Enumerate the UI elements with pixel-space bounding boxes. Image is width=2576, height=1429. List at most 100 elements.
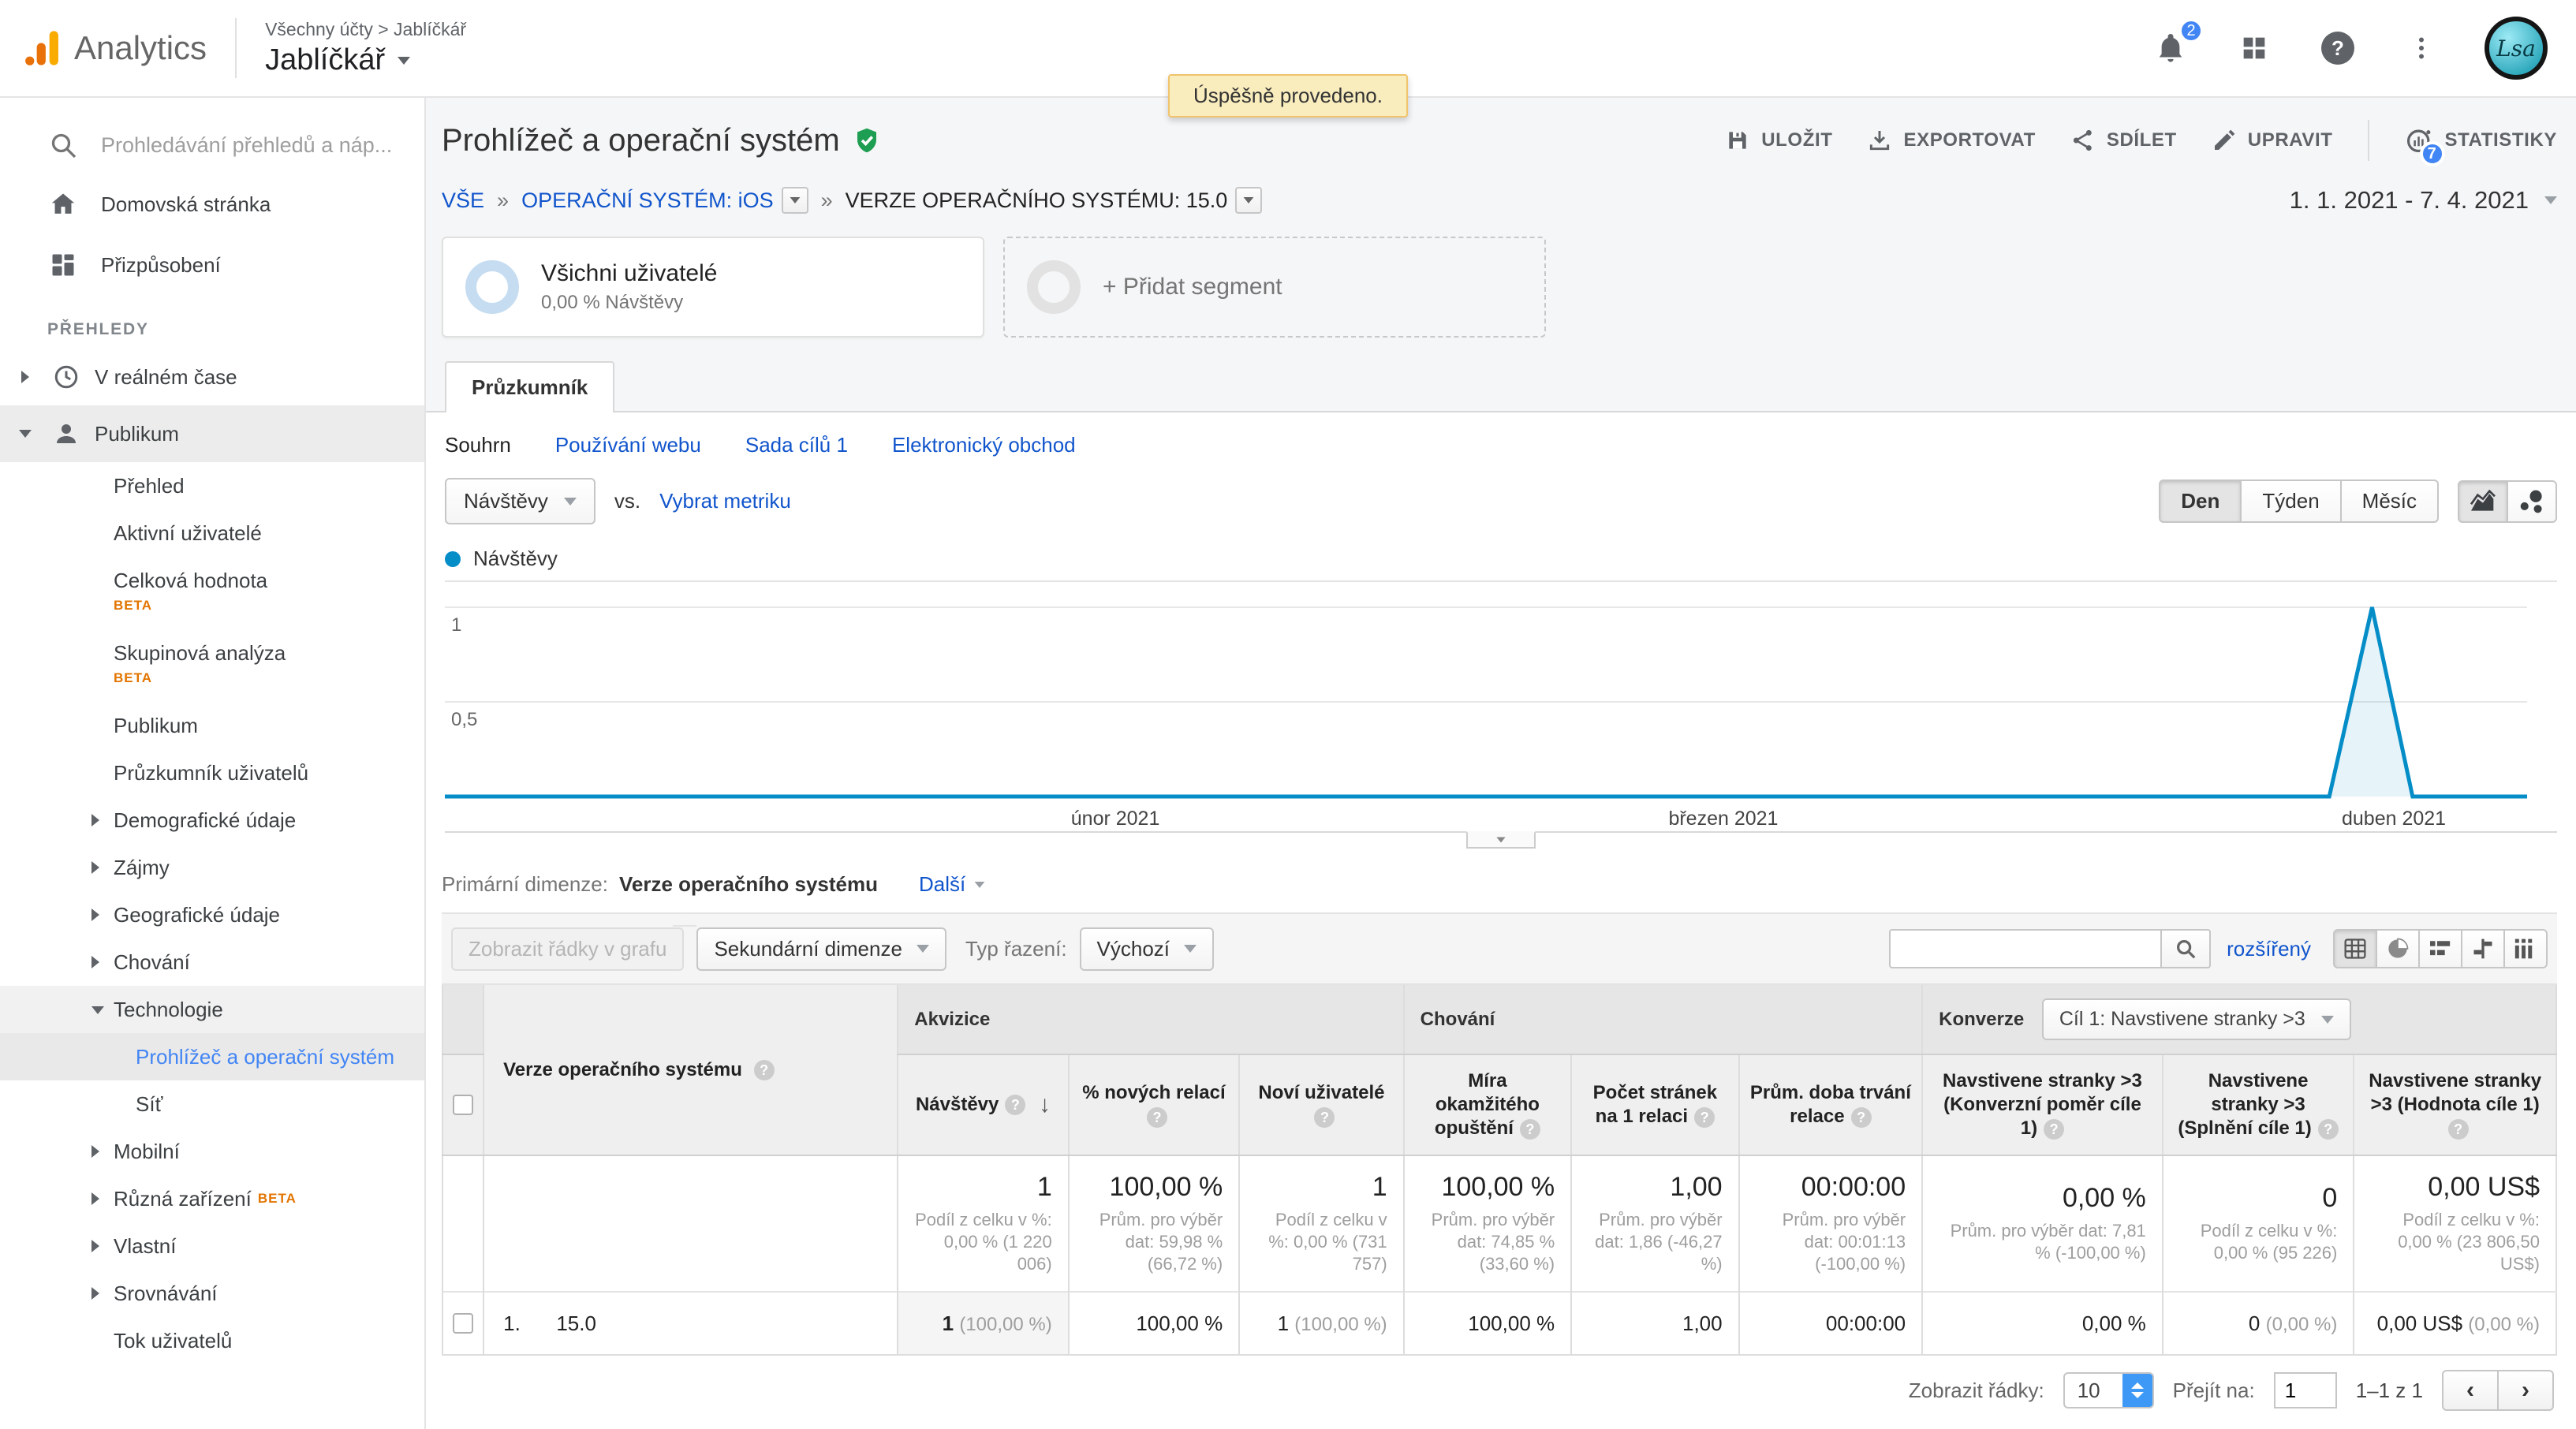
sidebar-item-realtime[interactable]: V reálném čase (0, 349, 424, 405)
filter-os-link[interactable]: OPERAČNÍ SYSTÉM: iOS (521, 188, 774, 213)
plot-rows-button[interactable]: Zobrazit řádky v grafu (451, 927, 684, 971)
select-metric-link[interactable]: Vybrat metriku (659, 489, 791, 513)
goal-selector-dropdown[interactable]: Cíl 1: Navstivene stranky >3 (2042, 998, 2351, 1040)
more-menu-button[interactable] (2401, 28, 2442, 69)
data-view-button[interactable] (2333, 929, 2377, 968)
percentage-view-button[interactable] (2376, 929, 2420, 968)
secondary-dimension-dropdown[interactable]: Sekundární dimenze (696, 927, 946, 971)
sidebar-item-home[interactable]: Domovská stránka (0, 173, 424, 235)
sidebar-item-customization[interactable]: Přizpůsobení (0, 235, 424, 295)
sidebar-item-srovnavani[interactable]: Srovnávání (0, 1270, 424, 1317)
help-icon[interactable]: ? (1851, 1107, 1872, 1128)
select-all-checkbox[interactable] (453, 1095, 473, 1115)
help-icon[interactable]: ? (1147, 1107, 1167, 1128)
sidebar-item-pruzkumnik-uzivatelu[interactable]: Průzkumník uživatelů (0, 749, 424, 797)
sidebar-search[interactable] (0, 117, 424, 173)
table-search-input[interactable] (1889, 929, 2160, 968)
sidebar-item-prohlizec-a-operacni-system[interactable]: Prohlížeč a operační systém (0, 1033, 424, 1080)
summary-bounce-rate: 100,00 %Prům. pro výběr dat: 74,85 % (33… (1404, 1155, 1571, 1292)
sidebar-item-vlastni[interactable]: Vlastní (0, 1222, 424, 1270)
granularity-month-button[interactable]: Měsíc (2340, 479, 2439, 523)
sidebar-item-tok-uzivatelu[interactable]: Tok uživatelů (0, 1317, 424, 1364)
export-button[interactable]: EXPORTOVAT (1867, 128, 2035, 153)
column-header-avg-session-duration[interactable]: Prům. doba trvání relace? (1739, 1054, 1923, 1155)
insights-button[interactable]: 7 STATISTIKY (2404, 125, 2557, 155)
sidebar-item-demograficke-udaje[interactable]: Demografické údaje (0, 797, 424, 844)
column-header-goal-completions[interactable]: Navstivene stranky >3 (Splnění cíle 1)? (2163, 1054, 2354, 1155)
filter-all-link[interactable]: VŠE (442, 188, 484, 213)
metric-selector[interactable]: Návštěvy (445, 478, 595, 524)
sidebar-item-prehled[interactable]: Přehled (0, 462, 424, 509)
save-button[interactable]: ULOŽIT (1725, 128, 1832, 153)
sidebar-item-chovani[interactable]: Chování (0, 938, 424, 986)
pivot-view-button[interactable] (2503, 929, 2548, 968)
more-dimensions-link[interactable]: Další (919, 872, 986, 897)
dimension-column-header[interactable]: Verze operačního systému ? (483, 985, 898, 1155)
add-segment-button[interactable]: + Přidat segment (1003, 237, 1546, 338)
help-icon[interactable]: ? (1520, 1119, 1540, 1140)
rows-per-page-select[interactable]: 10 (2063, 1372, 2154, 1408)
column-header-goal-conversion-rate[interactable]: Navstivene stranky >3 (Konverzní poměr c… (1922, 1054, 2163, 1155)
comparison-view-button[interactable] (2461, 929, 2505, 968)
table-search-button[interactable] (2160, 929, 2211, 968)
share-button[interactable]: SDÍLET (2070, 128, 2177, 153)
goto-page-input[interactable] (2274, 1372, 2337, 1408)
sidebar-item-aktivni-uzivatele[interactable]: Aktivní uživatelé (0, 509, 424, 557)
line-chart-view-button[interactable] (2458, 480, 2508, 523)
advanced-filter-link[interactable]: rozšířený (2227, 937, 2311, 961)
next-page-button[interactable]: › (2497, 1370, 2554, 1411)
sidebar-item-geograficke-udaje[interactable]: Geografické údaje (0, 891, 424, 938)
account-switcher[interactable]: Všechny účty > Jablíčkář Jablíčkář (265, 19, 466, 77)
segment-name: Všichni uživatelé (541, 260, 717, 287)
column-header-new-users[interactable]: Noví uživatelé? (1239, 1054, 1403, 1155)
subtab-summary[interactable]: Souhrn (445, 433, 511, 457)
motion-chart-view-button[interactable] (2507, 480, 2557, 523)
help-icon[interactable]: ? (754, 1060, 775, 1080)
notifications-button[interactable]: 2 (2150, 28, 2191, 69)
cell-pages-per-session: 1,00 (1571, 1292, 1738, 1355)
filter-os-version-dropdown[interactable] (1235, 187, 1262, 214)
segment-all-users[interactable]: Všichni uživatelé 0,00 % Návštěvy (442, 237, 984, 338)
column-header-goal-value[interactable]: Navstivene stranky >3 (Hodnota cíle 1)? (2354, 1054, 2556, 1155)
help-icon[interactable]: ? (1005, 1095, 1025, 1115)
sidebar-item-celkova-hodnota[interactable]: Celková hodnota BETA (0, 557, 424, 629)
granularity-day-button[interactable]: Den (2159, 479, 2242, 523)
annotations-expander[interactable] (1466, 831, 1536, 849)
sidebar-item-publikum[interactable]: Publikum (0, 702, 424, 749)
help-icon[interactable]: ? (2448, 1119, 2469, 1140)
tab-explorer[interactable]: Průzkumník (445, 361, 614, 412)
row-checkbox[interactable] (453, 1313, 473, 1334)
date-range-picker[interactable]: 1. 1. 2021 - 7. 4. 2021 (2290, 186, 2557, 215)
sidebar-item-mobilni[interactable]: Mobilní (0, 1128, 424, 1175)
filter-os-dropdown[interactable] (782, 187, 808, 214)
sidebar-item-zajmy[interactable]: Zájmy (0, 844, 424, 891)
column-header-pages-per-session[interactable]: Počet stránek na 1 relaci? (1571, 1054, 1738, 1155)
granularity-week-button[interactable]: Týden (2240, 479, 2341, 523)
sidebar-item-audience[interactable]: Publikum (0, 405, 424, 462)
performance-view-button[interactable] (2418, 929, 2462, 968)
analytics-logo[interactable]: Analytics (22, 28, 207, 69)
help-icon[interactable]: ? (1314, 1107, 1335, 1128)
sidebar-item-sit[interactable]: Síť (0, 1080, 424, 1128)
sidebar-item-ruzna-zarizeni[interactable]: Různá zařízení BETA (0, 1175, 424, 1222)
help-icon[interactable]: ? (2044, 1119, 2064, 1140)
subtab-site-usage[interactable]: Používání webu (555, 433, 701, 457)
edit-button[interactable]: UPRAVIT (2212, 128, 2333, 153)
sidebar-item-skupinova-analyza[interactable]: Skupinová analýza BETA (0, 629, 424, 702)
visits-chart: 10,5únor 2021březen 2021duben 2021 (426, 580, 2576, 853)
sort-type-dropdown[interactable]: Výchozí (1080, 927, 1215, 971)
help-icon[interactable]: ? (2318, 1119, 2339, 1140)
sidebar-item-technologie[interactable]: Technologie (0, 986, 424, 1033)
help-button[interactable]: ? (2317, 28, 2358, 69)
column-header-new-sessions[interactable]: % nových relací? (1069, 1054, 1239, 1155)
column-header-sessions[interactable]: Návštěvy? ↓ (898, 1054, 1068, 1155)
subtab-goal-set-1[interactable]: Sada cílů 1 (745, 433, 848, 457)
apps-grid-button[interactable] (2234, 28, 2275, 69)
prev-page-button[interactable]: ‹ (2442, 1370, 2499, 1411)
search-input[interactable] (98, 132, 398, 159)
subtab-ecommerce[interactable]: Elektronický obchod (892, 433, 1076, 457)
avatar[interactable]: Lsa (2485, 17, 2548, 80)
help-icon[interactable]: ? (1694, 1107, 1715, 1128)
primary-dimension-value[interactable]: Verze operačního systému (619, 872, 878, 897)
column-header-bounce-rate[interactable]: Míra okamžitého opuštění? (1404, 1054, 1571, 1155)
